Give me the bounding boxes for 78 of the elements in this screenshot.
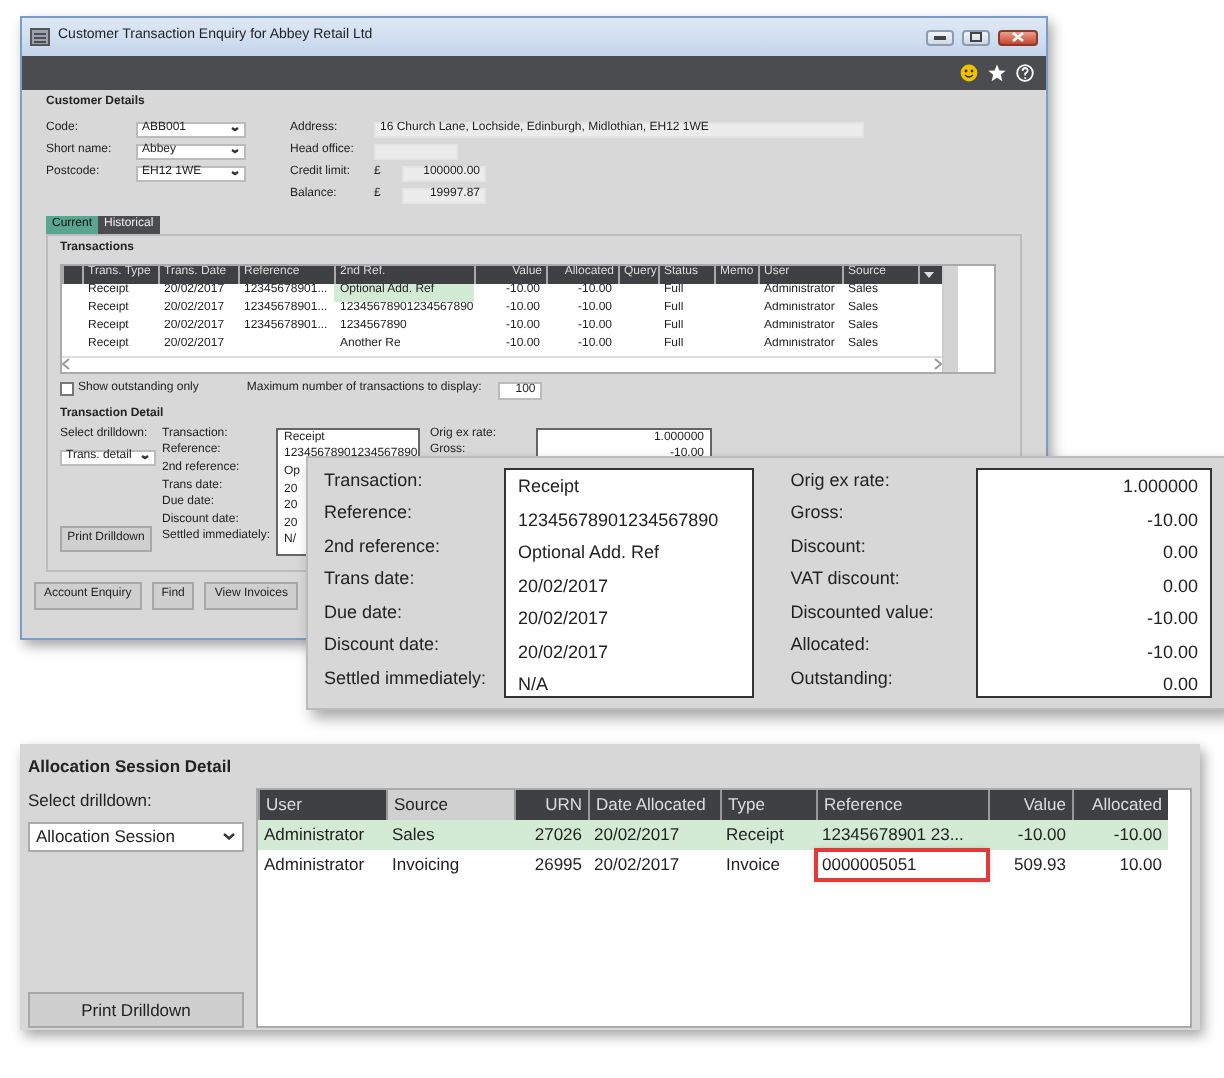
scroll-left-icon[interactable] — [62, 358, 70, 371]
table-cell-text: Administrator — [262, 851, 367, 878]
field-label: Discount: — [790, 533, 868, 560]
table-cell: 0000005051 — [816, 849, 988, 880]
field-value: 20/02/2017 — [518, 639, 611, 665]
column-header[interactable]: Value — [988, 789, 1072, 820]
field-value: 0.00 — [1160, 573, 1198, 599]
field-value: -10.00 — [1144, 606, 1198, 632]
dropdown-arrow-icon[interactable] — [924, 271, 934, 278]
field-value: 20/02/2017 — [518, 606, 611, 632]
column-header[interactable]: Type — [720, 789, 816, 820]
close-icon — [1012, 32, 1024, 42]
field-value: N/A — [518, 672, 551, 698]
panel-heading: Allocation Session Detail — [28, 754, 234, 780]
chevron-down-icon — [230, 126, 240, 133]
field-label: Transaction: — [324, 468, 425, 494]
field-value: 0.00 — [1160, 672, 1198, 698]
dropdown[interactable]: Allocation Session — [28, 821, 244, 851]
chevron-down-icon — [230, 170, 240, 177]
table-cell: 20/02/2017 — [588, 819, 720, 850]
table-cell: Sales — [386, 819, 514, 850]
table-cell-text: Invoice — [724, 851, 782, 878]
table-cell: Receipt — [720, 819, 816, 850]
field-value: 12345678901234567890 — [518, 507, 721, 533]
table-cell: -10.00 — [988, 819, 1072, 850]
field-label: Discount date: — [324, 632, 442, 659]
column-header[interactable]: Allocated — [1072, 789, 1168, 820]
field-label: VAT discount: — [790, 566, 902, 593]
table-cell: Administrator — [258, 819, 386, 850]
field-label: Gross: — [790, 500, 846, 527]
field-value: Optional Add. Ref — [518, 540, 662, 566]
maximize-button[interactable] — [962, 29, 990, 45]
column-chooser-button[interactable] — [918, 265, 942, 284]
column-header[interactable]: URN — [514, 789, 588, 820]
table-cell-text: Invoicing — [390, 851, 462, 878]
smiley-icon[interactable] — [960, 64, 978, 82]
field-label: Orig ex rate: — [790, 468, 892, 494]
chevron-down-icon — [222, 831, 236, 841]
column-header[interactable]: Source — [386, 789, 514, 820]
horizontal-scrollbar[interactable] — [62, 355, 942, 372]
field-label: Discounted value: — [790, 599, 936, 626]
column-header[interactable]: User — [258, 789, 386, 820]
field-label: Due date: — [324, 599, 405, 626]
help-icon[interactable] — [1016, 64, 1034, 82]
close-button[interactable] — [998, 29, 1038, 45]
scroll-right-icon[interactable] — [934, 358, 942, 371]
field-label: Outstanding: — [790, 665, 895, 692]
minimize-button[interactable] — [926, 29, 954, 45]
table-cell: 12345678901 23... — [816, 819, 988, 850]
table-cell: -10.00 — [1072, 819, 1168, 850]
minimize-icon — [934, 34, 946, 40]
field-value: -10.00 — [1144, 639, 1198, 665]
column-header[interactable]: Reference — [816, 789, 988, 820]
field-value: Receipt — [518, 474, 582, 500]
field-value: 0.00 — [1160, 540, 1198, 566]
table-cell-text: 10.00 — [1117, 851, 1164, 878]
chevron-down-icon — [230, 148, 240, 155]
field-label: Trans date: — [324, 566, 417, 593]
field-value: -10.00 — [1144, 507, 1198, 533]
table-cell-text: 20/02/2017 — [592, 851, 682, 878]
field-value: 20/02/2017 — [518, 573, 611, 599]
table-cell: 27026 — [514, 819, 588, 850]
field-label: Reference: — [324, 500, 415, 527]
app-icon — [30, 28, 50, 46]
vertical-scrollbar[interactable] — [942, 265, 958, 372]
checkbox[interactable] — [60, 381, 74, 396]
column-header[interactable]: Date Allocated — [588, 789, 720, 820]
table-cell-text: 509.93 — [1012, 851, 1068, 878]
field-label: Select drilldown: — [28, 787, 154, 813]
field-label: Settled immediately: — [324, 665, 484, 692]
chevron-down-icon — [140, 454, 150, 461]
print-drilldown-button[interactable]: Print Drilldown — [28, 991, 244, 1028]
field-label: Allocated: — [790, 632, 872, 659]
table-cell-text: 26995 — [532, 851, 584, 878]
star-icon[interactable] — [988, 64, 1006, 82]
field-label: 2nd reference: — [324, 533, 443, 560]
maximize-icon — [970, 32, 982, 42]
field-value: 1.000000 — [1120, 474, 1198, 500]
